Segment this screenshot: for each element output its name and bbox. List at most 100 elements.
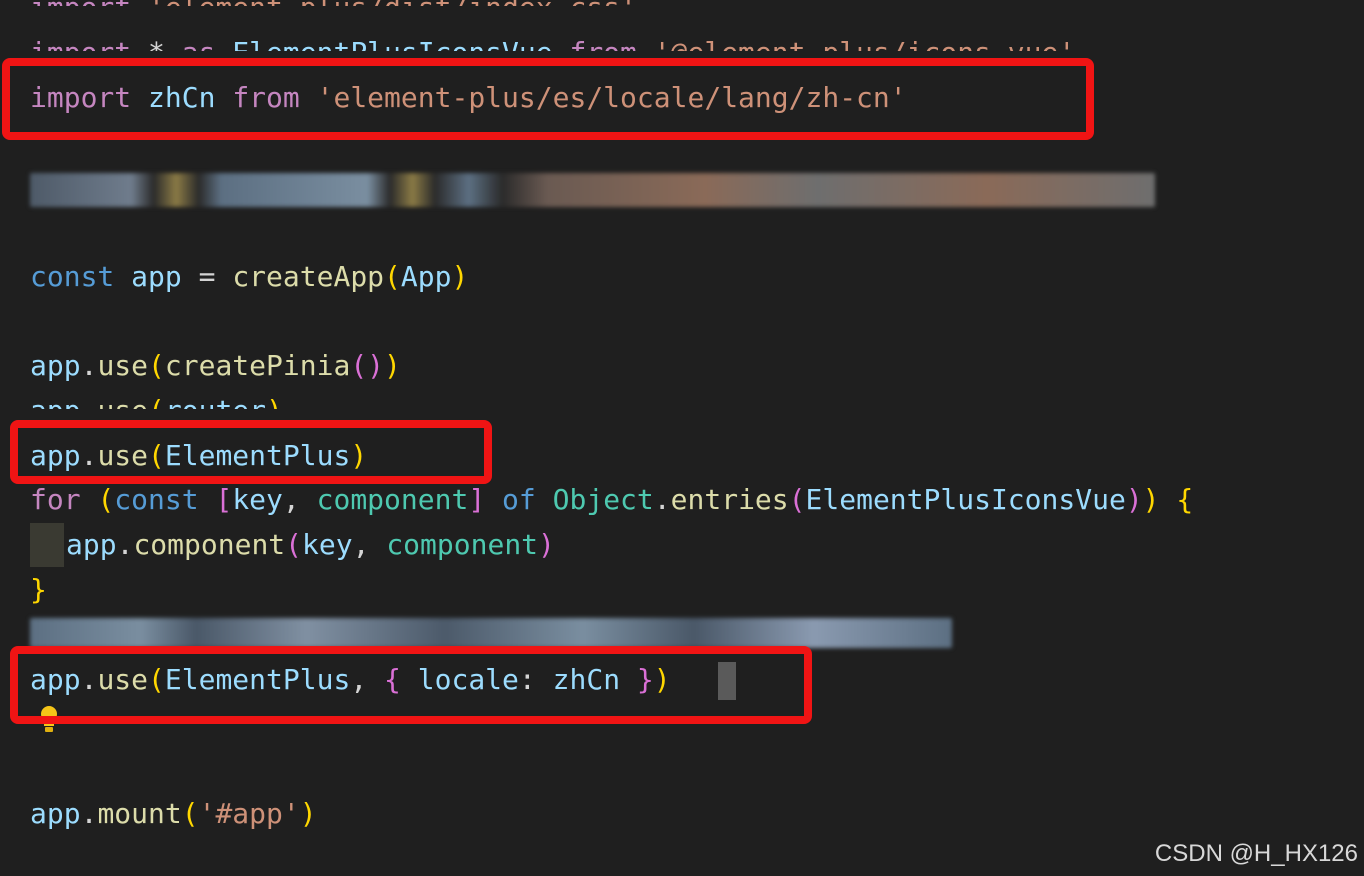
code-token: entries [670,483,789,516]
code-token: as [181,36,216,69]
code-line-use-elementplus[interactable]: app.use(ElementPlus) [30,436,367,476]
code-line-mount[interactable]: app.mount('#app') [30,794,317,834]
code-token: , [350,663,385,696]
code-token: , [352,528,387,561]
code-token: ) [1142,483,1160,516]
code-line-close-brace[interactable]: } [30,570,47,610]
code-token: import [30,81,132,114]
code-token: ) [266,394,283,427]
watermark-text: CSDN @H_HX126 [1154,840,1358,867]
lightbulb-icon[interactable] [38,704,60,734]
redacted-code-line [30,173,1155,207]
code-token: ( [148,663,165,696]
code-token: 'element-plus/dist/index.css' [148,0,637,24]
code-line-use-elementplus-locale[interactable]: app.use(ElementPlus, { locale: zhCn }) [30,660,671,700]
code-token: : [518,663,553,696]
code-token: app [30,797,81,830]
code-token: createPinia [164,349,351,382]
code-token: for [30,483,81,516]
code-line-import-icons[interactable]: import * as ElementPlusIconsVue from '@e… [30,33,1076,69]
code-token: () [350,349,385,382]
code-token: of [502,483,536,516]
code-token: Object [552,483,654,516]
code-line-use-pinia[interactable]: app.use(createPinia()) [30,346,401,386]
code-token: use [97,394,149,427]
code-line-import-css[interactable]: import 'element-plus/dist/index.css' [30,0,637,24]
code-token: router [164,394,267,427]
code-token: ( [181,797,199,830]
code-line-app-component[interactable]: app.component(key, component) [66,525,555,565]
code-token: { [384,663,401,696]
code-token: ] [468,483,486,516]
code-token: const [114,483,199,516]
code-token: zhCn [552,663,621,696]
code-token: '@element-plus/icons-vue' [653,36,1076,69]
code-line-import-zhcn[interactable]: import zhCn from 'element-plus/es/locale… [30,78,907,118]
code-token: ) [451,260,469,293]
code-token: component [386,528,539,561]
redacted-code-line [30,618,952,648]
code-token: ) [299,797,317,830]
code-token: . [80,394,98,427]
code-token: component [133,528,286,561]
code-token: . [80,797,98,830]
code-token: from [569,36,637,69]
code-token: locale [417,663,519,696]
code-token: mount [97,797,182,830]
code-token: app [30,394,81,427]
code-token: key [232,483,283,516]
text-cursor [718,662,736,700]
code-token: ( [148,394,165,427]
code-token: App [400,260,452,293]
code-token: key [302,528,353,561]
code-token: ElementPlus [164,439,351,472]
code-token: , [282,483,317,516]
code-token: ) [1125,483,1143,516]
code-editor[interactable]: import 'element-plus/dist/index.css' imp… [0,0,1364,876]
code-token: ) [653,663,671,696]
code-token: app [30,439,81,472]
code-token: app [131,260,182,293]
code-token: . [116,528,134,561]
code-token: { [1176,483,1194,516]
code-token: use [97,439,149,472]
code-token: import [30,0,132,24]
code-token: . [80,349,98,382]
code-token: ) [384,349,401,382]
code-token: } [30,573,47,606]
code-token: ) [538,528,555,561]
code-token: ) [350,439,368,472]
code-token: ( [97,483,115,516]
code-line-create-app[interactable]: const app = createApp(App) [30,257,468,297]
code-token: ( [148,439,165,472]
code-token: import [30,36,132,69]
code-token: ( [285,528,303,561]
code-token: use [97,663,149,696]
code-token: ( [148,349,165,382]
code-token: const [30,260,115,293]
code-token: use [97,349,149,382]
code-line-for-loop[interactable]: for (const [key, component] of Object.en… [30,480,1193,520]
code-token: . [80,663,98,696]
code-token: ( [384,260,401,293]
code-token: zhCn [148,81,216,114]
indent-guide [30,523,64,567]
code-token: ElementPlus [164,663,351,696]
code-line-use-router[interactable]: app.use(router) [30,391,283,427]
code-token: . [80,439,98,472]
code-token: * [131,36,182,69]
code-token: } [636,663,654,696]
